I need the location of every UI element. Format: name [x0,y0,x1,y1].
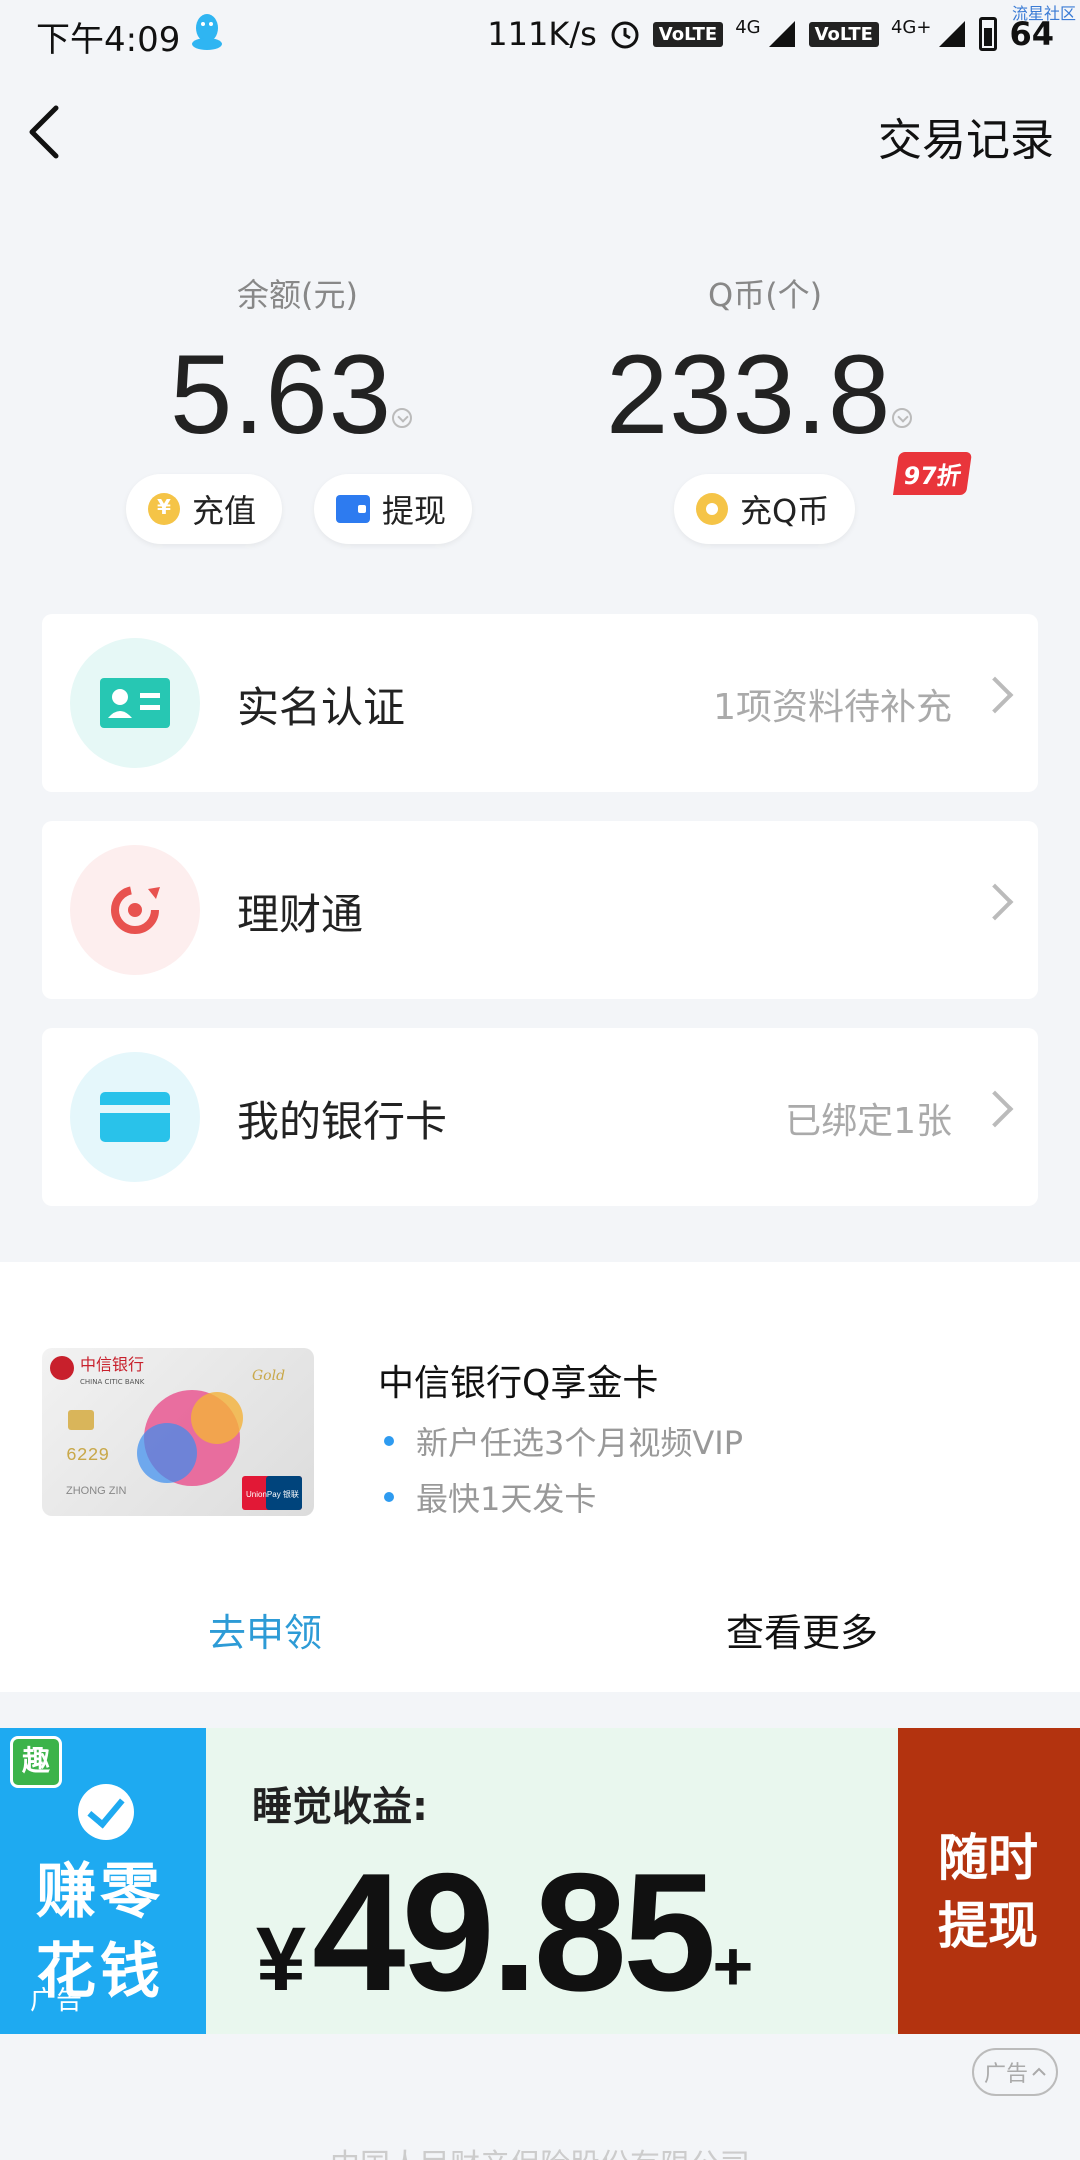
alarm-icon [611,21,639,49]
wealth-icon [111,886,160,934]
promo-bullet: 最快1天发卡 [384,1474,596,1520]
balance-toggle-icon[interactable] [392,408,412,428]
promo-bullet-text: 新户任选3个月视频VIP [416,1424,743,1462]
signal-icon-1 [768,21,795,47]
card-icon-bg [70,638,200,768]
withdraw-label: 提现 [382,492,447,530]
card-brand: UnionPay 银联 [246,1489,299,1499]
recharge-qcoin-button[interactable]: 充Q币 [674,474,856,544]
ad-banner[interactable]: 趣 赚零花钱 广告 睡觉收益: ¥49.85+ 随时提现 [0,1728,1080,2034]
check-circle-icon [78,1784,134,1840]
chevron-right-icon [976,676,1014,714]
qcoin-label: Q币(个) [708,276,823,314]
credit-card-promo[interactable]: 中信银行 CHINA CITIC BANK Gold 6229 ZHONG ZI… [0,1262,1080,1692]
bank-card-icon [100,1092,170,1142]
watermark: 流星社区 [1011,4,1076,23]
chevron-up-icon [1032,2067,1046,2076]
card-icon-bg [70,1052,200,1182]
chevron-right-icon [976,883,1014,921]
transaction-record-button[interactable]: 交易记录 [878,104,1054,168]
card-real-name-auth[interactable]: 实名认证 1项资料待补充 [42,614,1038,792]
card-bank-en: CHINA CITIC BANK [80,1378,145,1386]
ad-tag-label: 广告 [983,2062,1028,2087]
recharge-qcoin-label: 充Q币 [740,492,830,530]
card-title: 我的银行卡 [237,1097,448,1146]
ad-amount-value: 49.85 [312,1838,716,2026]
withdraw-button[interactable]: 提现 [314,474,473,544]
back-arrow-icon[interactable] [18,100,74,164]
ad-middle-panel: 睡觉收益: ¥49.85+ [206,1728,898,2034]
card-licaitong[interactable]: 理财通 [42,821,1038,999]
ad-amount: ¥49.85+ [256,1836,753,2029]
network-type-1: 4G [735,16,761,38]
promo-bullet-text: 最快1天发卡 [416,1480,597,1518]
card-type: Gold [252,1368,285,1384]
view-more-button[interactable]: 查看更多 [726,1602,878,1657]
qcoin-value[interactable]: 233.8 [606,330,891,459]
net-speed: 111K/s [487,15,597,53]
ad-label: 广告 [30,1986,83,2016]
signal-icon-2 [939,21,966,47]
chevron-right-icon [976,1090,1014,1128]
qq-penguin-icon [192,14,222,50]
card-title: 理财通 [237,890,364,939]
ad-app-badge: 趣 [10,1736,62,1788]
ad-close-tag[interactable]: 广告 [972,2048,1058,2096]
recharge-button[interactable]: ¥ 充值 [126,474,283,544]
card-status: 1项资料待补充 [713,687,952,728]
apply-button[interactable]: 去申领 [208,1602,322,1657]
card-status: 已绑定1张 [785,1101,952,1142]
qcoin-toggle-icon[interactable] [892,408,912,428]
ad-subtitle: 睡觉收益: [252,1784,428,1830]
status-icons: 111K/s VoLTE 4G VoLTE 4G+ 64 [487,12,1054,56]
bank-card-art: 中信银行 CHINA CITIC BANK Gold 6229 ZHONG ZI… [50,1355,302,1510]
ad-currency: ¥ [256,1910,306,2010]
footer-text: 中国人民财产保险股份有限公司 [0,2140,1080,2160]
ad-right-text-content: 随时提现 [938,1829,1038,1955]
card-holder: ZHONG ZIN [66,1485,127,1497]
qcoin-icon [696,493,728,525]
card-title: 实名认证 [237,683,406,732]
card-number: 6229 [66,1446,109,1466]
bullet-dot-icon [384,1436,394,1446]
ad-right-text: 随时提现 [938,1824,1038,1960]
yen-coin-glyph: ¥ [157,495,171,519]
wallet-icon [336,495,370,523]
promo-title: 中信银行Q享金卡 [378,1363,659,1404]
card-my-bank-cards[interactable]: 我的银行卡 已绑定1张 [42,1028,1038,1206]
card-icon-bg [70,845,200,975]
ad-plus: + [712,1927,753,2005]
bank-card-image: 中信银行 CHINA CITIC BANK Gold 6229 ZHONG ZI… [42,1348,314,1516]
volte-badge-1: VoLTE [652,21,724,47]
id-card-icon [100,678,170,728]
recharge-label: 充值 [192,492,257,530]
discount-badge: 97折 [892,452,973,495]
ad-left-panel: 趣 赚零花钱 广告 [0,1728,206,2034]
status-bar: 下午4:09 111K/s VoLTE 4G VoLTE 4G+ 64 流星社区 [0,0,1080,70]
network-type-2: 4G+ [890,16,932,38]
yen-coin-icon: ¥ [148,493,180,525]
volte-badge-2: VoLTE [808,21,879,47]
bullet-dot-icon [384,1492,394,1502]
balance-value[interactable]: 5.63 [170,330,392,459]
status-time: 下午4:09 [36,20,181,60]
ad-right-panel: 随时提现 [898,1728,1080,2034]
card-bank-name: 中信银行 [80,1355,144,1374]
balance-label: 余额(元) [237,276,358,314]
battery-icon [979,17,998,51]
promo-bullet: 新户任选3个月视频VIP [384,1418,743,1464]
